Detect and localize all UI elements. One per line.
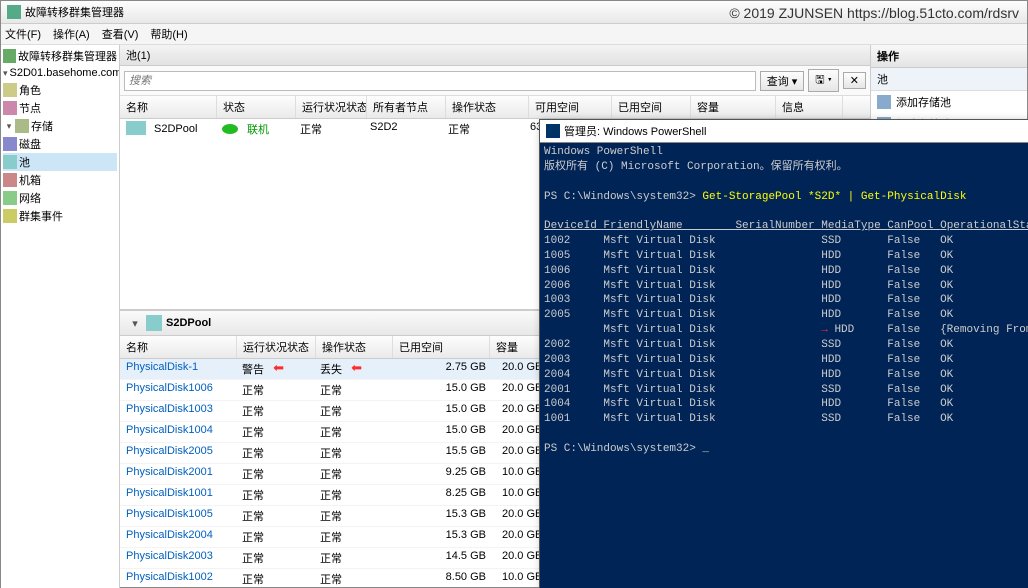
app-icon (7, 5, 21, 19)
menubar: 文件(F) 操作(A) 查看(V) 帮助(H) (1, 24, 1027, 45)
search-button[interactable]: 查询 ▾ (760, 71, 805, 91)
tree-network[interactable]: 网络 (3, 189, 117, 207)
detail-expander[interactable]: ▾ (128, 317, 142, 330)
tree-storage[interactable]: ▾存储 (3, 117, 117, 135)
action-add-pool[interactable]: 添加存储池 (871, 91, 1027, 113)
actions-title: 操作 (871, 45, 1027, 68)
tree-pools[interactable]: 池 (3, 153, 117, 171)
tree-roles[interactable]: 角色 (3, 81, 117, 99)
menu-file[interactable]: 文件(F) (5, 26, 41, 42)
ps-output: Windows PowerShell 版权所有 (C) Microsoft Co… (540, 143, 1028, 459)
actions-group: 池 (871, 68, 1027, 91)
tree-root[interactable]: 故障转移群集管理器 (3, 47, 117, 65)
pool-icon (126, 121, 146, 135)
clear-button[interactable]: ✕ (843, 72, 866, 89)
tree-nodes[interactable]: 节点 (3, 99, 117, 117)
watermark: © 2019 ZJUNSEN https://blog.51cto.com/rd… (729, 5, 1019, 21)
powershell-window[interactable]: 管理员: Windows PowerShell Windows PowerShe… (539, 119, 1028, 588)
search-input[interactable] (124, 71, 756, 91)
tree-cluster[interactable]: ▾S2D01.basehome.com.cn (3, 65, 117, 81)
save-query-button[interactable]: 🖫 ▾ (808, 69, 839, 92)
sidebar: 故障转移群集管理器 ▾S2D01.basehome.com.cn 角色 节点 ▾… (1, 45, 120, 588)
app-window: © 2019 ZJUNSEN https://blog.51cto.com/rd… (0, 0, 1028, 588)
pool-header: 池(1) (120, 45, 870, 66)
tree-disks[interactable]: 磁盘 (3, 135, 117, 153)
menu-action[interactable]: 操作(A) (53, 26, 90, 42)
powershell-icon (546, 124, 560, 138)
menu-help[interactable]: 帮助(H) (150, 26, 187, 42)
tree-chassis[interactable]: 机箱 (3, 171, 117, 189)
pool-columns: 名称状态 运行状况状态所有者节点 操作状态可用空间 已用空间容量 信息 (120, 96, 870, 119)
menu-view[interactable]: 查看(V) (102, 26, 139, 42)
window-title: 故障转移群集管理器 (25, 4, 124, 20)
detail-title: S2DPool (166, 317, 211, 329)
ps-titlebar[interactable]: 管理员: Windows PowerShell (540, 120, 1028, 143)
pool-icon (146, 315, 162, 331)
tree-events[interactable]: 群集事件 (3, 207, 117, 225)
